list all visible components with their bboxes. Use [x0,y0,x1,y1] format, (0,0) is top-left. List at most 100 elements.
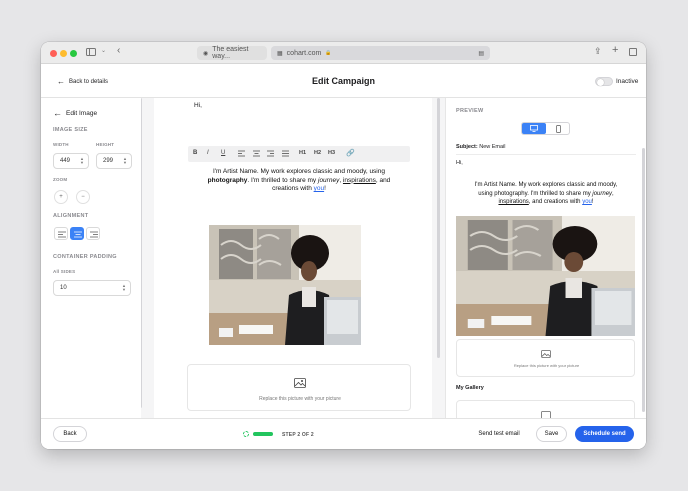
align-left-icon[interactable] [238,150,245,157]
zoom-in-icon[interactable]: + [54,190,68,204]
align-right-button[interactable] [86,227,100,240]
heading1-button[interactable]: H1 [299,150,306,156]
address-bar[interactable]: ▦ cohart.com 🔒 ▤ [271,46,490,60]
step-indicator: STEP 2 OF 2 [282,432,314,438]
subject-label: Subject: [456,144,478,150]
preview-subject: Subject: New Email [456,144,506,150]
desktop-icon [530,125,538,132]
preview-artist-photo [456,216,635,336]
status-label: Inactive [616,78,639,85]
link-icon[interactable]: 🔗 [346,149,355,157]
arrow-left-icon: ← [53,108,62,118]
mobile-view-button[interactable] [547,123,569,134]
height-value: 299 [103,158,114,164]
step-progress-bar [253,432,273,436]
tab-favicon-icon: ▦ [277,50,283,57]
alignment-label: ALIGNMENT [53,213,89,219]
preview-label: PREVIEW [456,108,484,114]
app-header: ← Back to details Edit Campaign Inactive [41,64,646,98]
share-icon[interactable]: ⇪ [594,46,602,57]
align-center-icon[interactable] [253,150,260,157]
preview-greeting: Hi, [456,160,463,166]
image-icon [541,350,551,358]
zoom-window-button[interactable] [70,50,77,57]
justify-icon[interactable] [282,150,289,157]
step-loading-icon [243,431,249,437]
footer-bar: Back STEP 2 OF 2 Send test email Save Sc… [41,418,646,449]
stepper-arrows-icon[interactable]: ▲ ▼ [80,157,84,165]
gallery-placeholder [456,400,635,418]
editor-scrollbar[interactable] [437,98,440,358]
url-text: cohart.com [286,49,322,57]
align-right-icon[interactable] [267,150,274,157]
new-tab-icon[interactable]: + [612,44,618,56]
bold-button[interactable]: B [193,150,197,156]
gallery-title: My Gallery [456,385,484,391]
all-sides-label: All SIDES [53,269,76,274]
align-center-icon [74,231,82,238]
stepper-arrows-icon[interactable]: ▲ ▼ [123,157,127,165]
edit-image-title: Edit Image [66,109,98,117]
preview-panel: PREVIEW Subject: New Email Hi, I'm Artis… [445,98,646,418]
preview-replace-text: Replace this picture with your picture [513,363,580,368]
align-center-button[interactable] [70,227,84,240]
image-size-label: IMAGE SIZE [53,127,88,133]
status-toggle[interactable] [595,77,613,86]
preview-divider [456,154,636,155]
close-window-button[interactable] [50,50,57,57]
image-icon [541,411,551,418]
back-button[interactable]: Back [53,426,87,442]
send-test-email-button[interactable]: Send test email [472,426,526,442]
email-body: Hi, B I U H1 H2 H3 🔗 I'm Artist Name. My… [154,98,432,418]
image-icon [294,378,306,388]
minimize-window-button[interactable] [60,50,67,57]
preview-scrollbar[interactable] [642,148,645,412]
browser-toolbar: ⌄ ‹ ◉ The easiest way... ▦ cohart.com 🔒 … [41,42,646,64]
height-stepper[interactable]: 299 ▲ ▼ [96,153,132,169]
back-arrow-icon[interactable]: ‹ [117,45,120,56]
preview-image-placeholder: Replace this picture with your picture [456,339,635,377]
align-right-icon [90,231,98,238]
browser-tab-1[interactable]: ◉ The easiest way... [197,46,267,60]
email-greeting[interactable]: Hi, [194,102,202,109]
edit-image-header[interactable]: ← Edit Image [53,108,97,118]
align-left-button[interactable] [54,227,68,240]
heading2-button[interactable]: H2 [314,150,321,156]
chevron-down-icon[interactable]: ⌄ [101,47,106,54]
browser-window: ⌄ ‹ ◉ The easiest way... ▦ cohart.com 🔒 … [41,42,646,449]
text-format-toolbar: B I U H1 H2 H3 🔗 [188,146,410,162]
tab-overview-icon[interactable] [629,48,637,56]
underline-button[interactable]: U [221,150,225,156]
device-toggle [521,122,570,135]
step-progress-fill [253,432,273,436]
desktop-view-button[interactable] [522,123,546,134]
width-stepper[interactable]: 449 ▲ ▼ [53,153,89,169]
heading3-button[interactable]: H3 [328,150,335,156]
toggle-knob [596,78,604,86]
italic-button[interactable]: I [207,150,209,156]
left-scrollbar[interactable] [141,98,142,408]
width-label: WIDTH [53,142,69,147]
edit-image-sidebar: ← Edit Image IMAGE SIZE WIDTH HEIGHT 449… [41,98,141,418]
email-paragraph[interactable]: I'm Artist Name. My work explores classi… [188,168,410,194]
email-editor-canvas: Hi, B I U H1 H2 H3 🔗 I'm Artist Name. My… [141,98,445,418]
all-sides-stepper[interactable]: 10 ▲ ▼ [53,280,131,296]
reader-icon[interactable]: ▤ [478,50,484,57]
align-left-icon [58,231,66,238]
preview-paragraph: I'm Artist Name. My work explores classi… [474,182,618,205]
tab-favicon-icon: ◉ [203,50,209,57]
stepper-arrows-icon[interactable]: ▲ ▼ [122,284,126,292]
all-sides-value: 10 [60,285,67,291]
width-value: 449 [60,158,71,164]
image-placeholder[interactable]: Replace this picture with your picture [187,364,411,411]
replace-picture-text: Replace this picture with your picture [259,396,341,402]
zoom-label: ZOOM [53,177,68,182]
height-label: HEIGHT [96,142,115,147]
artist-photo[interactable] [209,225,361,345]
schedule-send-button[interactable]: Schedule send [575,426,634,442]
sidebar-toggle-icon[interactable] [86,48,96,56]
zoom-out-icon[interactable]: − [76,190,90,204]
tab-title: The easiest way... [212,46,249,60]
save-button[interactable]: Save [536,426,567,442]
subject-value: New Email [479,144,506,150]
